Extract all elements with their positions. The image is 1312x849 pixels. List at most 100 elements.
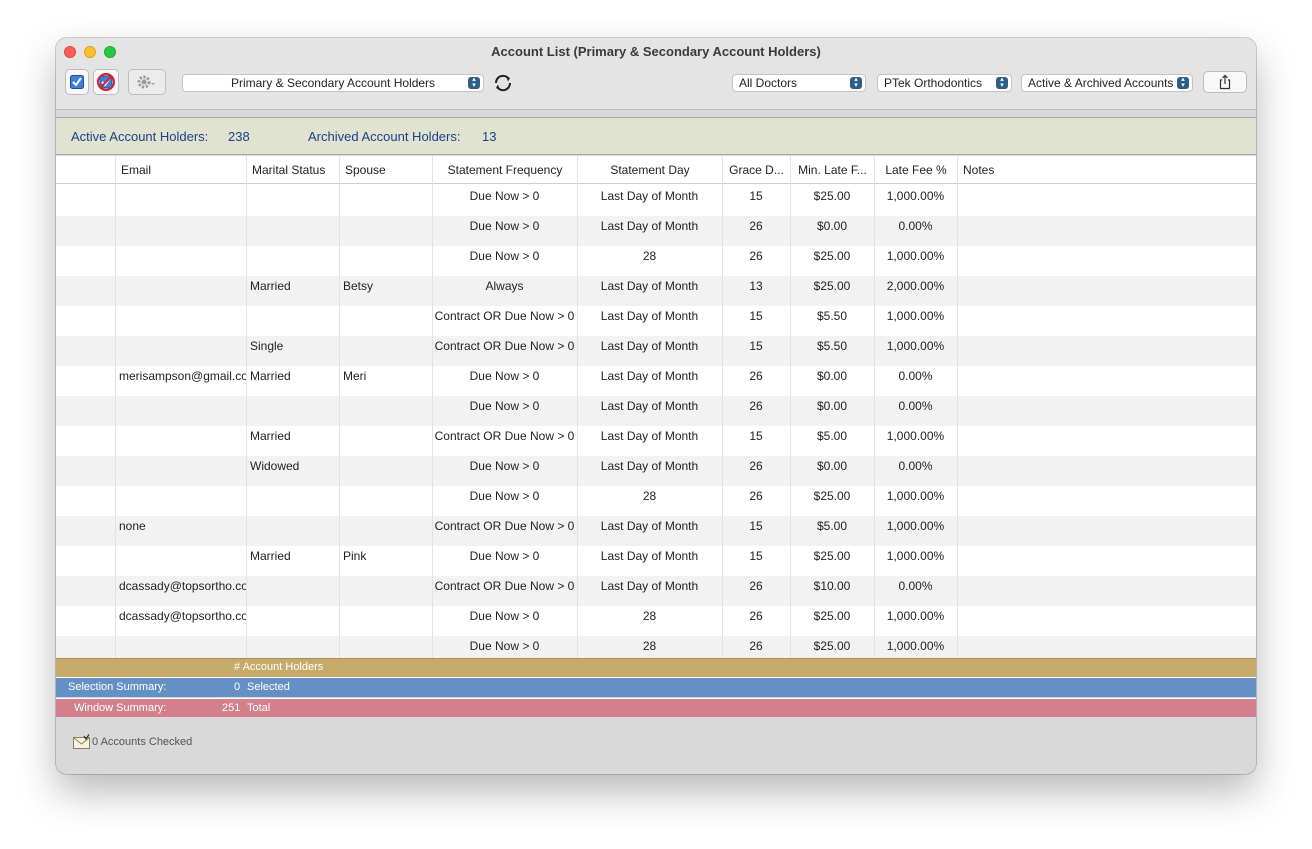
table-row[interactable]: Due Now > 0 28 26 $25.00 1,000.00% xyxy=(56,486,1256,516)
cell-email xyxy=(115,636,246,658)
column-header-marital-status[interactable]: Marital Status xyxy=(246,156,339,184)
cell-notes xyxy=(957,186,1256,216)
cell-statement-frequency: Due Now > 0 xyxy=(469,609,540,623)
uncheck-all-button[interactable] xyxy=(93,69,119,95)
cell-min-late-fee: $25.00 xyxy=(813,249,851,263)
cell-notes xyxy=(957,246,1256,276)
account-holder-summary: Active Account Holders: 238 Archived Acc… xyxy=(56,117,1256,155)
cell-notes xyxy=(957,336,1256,366)
selection-summary-bar: Selection Summary: 0 Selected xyxy=(56,677,1256,697)
cell-marital-status xyxy=(246,216,339,246)
list-type-select[interactable]: Primary & Secondary Account Holders ▴ ▾ xyxy=(182,74,484,92)
cell-late-fee-percent: 0.00% xyxy=(898,579,933,593)
column-divider xyxy=(957,156,958,658)
cell-statement-day: Last Day of Month xyxy=(600,579,699,593)
cell-statement-frequency: Due Now > 0 xyxy=(469,399,540,413)
cell-email xyxy=(115,306,246,336)
column-header-email[interactable]: Email xyxy=(115,156,246,184)
practice-select[interactable]: PTek Orthodontics ▴ ▾ xyxy=(877,74,1012,92)
cell-grace-days: 15 xyxy=(749,339,763,353)
refresh-button[interactable] xyxy=(492,72,514,94)
cell-email xyxy=(115,546,246,576)
window-summary-label: Window Summary: xyxy=(74,702,167,714)
chevron-updown-icon: ▴ ▾ xyxy=(468,76,480,89)
cell-min-late-fee: $0.00 xyxy=(816,369,848,383)
column-header-statement-day[interactable]: Statement Day xyxy=(577,156,722,184)
cell-late-fee-percent: 1,000.00% xyxy=(886,309,945,323)
table-row[interactable]: Due Now > 0 Last Day of Month 15 $25.00 1,00… xyxy=(56,186,1256,216)
chevron-updown-icon: ▴ ▾ xyxy=(1177,76,1189,89)
accounts-checked-status: 0 Accounts Checked xyxy=(92,736,193,748)
cell-marital-status: Widowed xyxy=(250,459,300,473)
table-row[interactable]: Due Now > 0 Last Day of Month 26 $0.00 0.00% xyxy=(56,216,1256,246)
cell-statement-frequency: Due Now > 0 xyxy=(469,489,540,503)
table-row[interactable]: dcassady@topsortho.co Contract OR Due Now… xyxy=(56,576,1256,606)
cell-notes xyxy=(957,486,1256,516)
actions-gear-button[interactable] xyxy=(128,69,166,95)
table-row[interactable]: Due Now > 0 28 26 $25.00 1,000.00% xyxy=(56,246,1256,276)
table-row[interactable]: none Contract OR Due Now > 0 Last Day of M… xyxy=(56,516,1256,546)
cell-marital-status xyxy=(246,636,339,658)
column-header-min-late-fee[interactable]: Min. Late F... xyxy=(790,156,874,184)
cell-marital-status xyxy=(246,306,339,336)
cell-statement-frequency: Due Now > 0 xyxy=(469,249,540,263)
cell-marital-status xyxy=(246,186,339,216)
active-holders-count: 238 xyxy=(228,129,250,144)
cell-min-late-fee: $25.00 xyxy=(813,639,851,653)
cell-min-late-fee: $10.00 xyxy=(813,579,851,593)
chevron-updown-icon: ▴ ▾ xyxy=(996,76,1008,89)
share-button[interactable] xyxy=(1203,71,1247,93)
cell-email xyxy=(115,396,246,426)
cell-notes xyxy=(957,636,1256,658)
table-row[interactable]: dcassady@topsortho.co Due Now > 0 28 26 $25.… xyxy=(56,606,1256,636)
cell-grace-days: 26 xyxy=(749,249,763,263)
column-header-grace-days[interactable]: Grace D... xyxy=(722,156,790,184)
table-row[interactable]: Married Betsy Always Last Day of Month 13 $25… xyxy=(56,276,1256,306)
account-holders-footer-label: # Account Holders xyxy=(234,661,324,673)
refresh-icon xyxy=(494,74,512,92)
table-row[interactable]: Due Now > 0 Last Day of Month 26 $0.00 0.00% xyxy=(56,396,1256,426)
cell-grace-days: 26 xyxy=(749,489,763,503)
table-row[interactable]: merisampson@gmail.co Married Meri Due Now >… xyxy=(56,366,1256,396)
doctors-select[interactable]: All Doctors ▴ ▾ xyxy=(732,74,866,92)
cell-grace-days: 13 xyxy=(749,279,763,293)
column-header-statement-frequency[interactable]: Statement Frequency xyxy=(432,156,577,184)
accounts-filter-select[interactable]: Active & Archived Accounts ▴ ▾ xyxy=(1021,74,1193,92)
column-header-spouse[interactable]: Spouse xyxy=(339,156,432,184)
cell-spouse xyxy=(339,246,432,276)
table-row[interactable]: Widowed Due Now > 0 Last Day of Month 26 $0.… xyxy=(56,456,1256,486)
cell-statement-day: Last Day of Month xyxy=(600,309,699,323)
cell-statement-day: 28 xyxy=(642,249,657,263)
table-row[interactable]: Married Contract OR Due Now > 0 Last Day o… xyxy=(56,426,1256,456)
cell-grace-days: 26 xyxy=(749,399,763,413)
table-row[interactable]: Single Contract OR Due Now > 0 Last Day of… xyxy=(56,336,1256,366)
cell-notes xyxy=(957,576,1256,606)
active-holders-label: Active Account Holders: xyxy=(71,129,209,144)
column-header-late-fee-percent[interactable]: Late Fee % xyxy=(874,156,957,184)
cell-min-late-fee: $5.50 xyxy=(816,339,848,353)
cell-grace-days: 26 xyxy=(749,459,763,473)
table-row[interactable]: Married Pink Due Now > 0 Last Day of Month 1… xyxy=(56,546,1256,576)
cell-statement-frequency: Contract OR Due Now > 0 xyxy=(434,339,575,353)
cell-notes xyxy=(957,516,1256,546)
cell-spouse xyxy=(339,336,432,366)
column-divider xyxy=(790,156,791,658)
cell-late-fee-percent: 1,000.00% xyxy=(886,339,945,353)
cell-statement-day: Last Day of Month xyxy=(600,519,699,533)
cell-notes xyxy=(957,366,1256,396)
cell-statement-frequency: Due Now > 0 xyxy=(469,459,540,473)
window-summary-bar: Window Summary: 251 Total xyxy=(56,698,1256,717)
cell-notes xyxy=(957,426,1256,456)
cell-statement-day: Last Day of Month xyxy=(600,369,699,383)
table-row[interactable]: Contract OR Due Now > 0 Last Day of Month… xyxy=(56,306,1256,336)
cell-spouse: Betsy xyxy=(343,279,374,293)
cell-statement-day: 28 xyxy=(642,489,657,503)
column-header-notes[interactable]: Notes xyxy=(957,156,1256,184)
check-all-button[interactable] xyxy=(65,69,89,95)
table-row[interactable]: Due Now > 0 28 26 $25.00 1,000.00% xyxy=(56,636,1256,658)
cell-statement-frequency: Contract OR Due Now > 0 xyxy=(434,309,575,323)
cell-min-late-fee: $0.00 xyxy=(816,219,848,233)
cell-email xyxy=(115,246,246,276)
cell-marital-status xyxy=(246,576,339,606)
cell-spouse xyxy=(339,636,432,658)
